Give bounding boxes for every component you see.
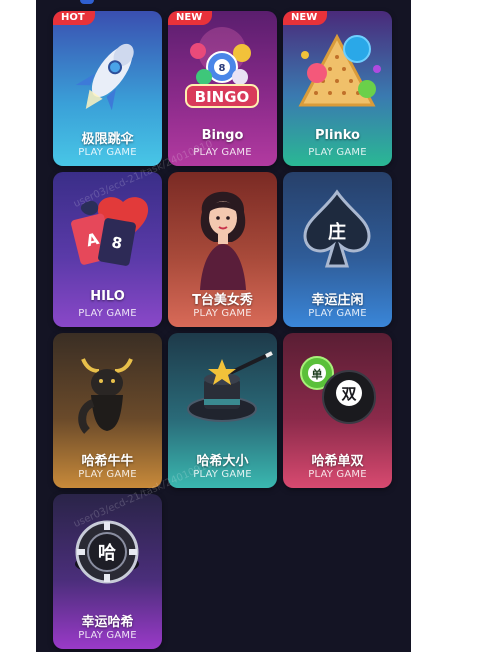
game-card-hash-big-small[interactable]: 哈希大小 PLAY GAME: [168, 333, 277, 488]
game-card-baccarat[interactable]: 庄 幸运庄闲 PLAY GAME: [283, 172, 392, 327]
game-title: 极限跳伞: [81, 132, 134, 147]
game-card-skydive[interactable]: HOT 极限跳伞 PLAY GAME: [53, 11, 162, 166]
rocket-icon: [53, 11, 162, 129]
game-card-hash-odd-even[interactable]: 单 双 哈希单双 PLAY GAME: [283, 333, 392, 488]
play-game-label: PLAY GAME: [78, 147, 137, 158]
playing-cards-icon: A 8: [53, 172, 162, 290]
magic-hat-icon: [168, 333, 277, 451]
game-title: Bingo: [201, 128, 244, 143]
game-card-lucky-hash[interactable]: 哈 幸运哈希 PLAY GAME: [53, 494, 162, 649]
game-title: 幸运哈希: [81, 615, 134, 630]
new-badge: NEW: [283, 11, 328, 25]
plinko-board-icon: [283, 11, 392, 129]
svg-text:8: 8: [219, 63, 226, 74]
play-game-label: PLAY GAME: [193, 147, 252, 158]
play-game-label: PLAY GAME: [308, 308, 367, 319]
new-badge: NEW: [168, 11, 213, 25]
play-game-label: PLAY GAME: [308, 469, 367, 480]
game-title: Plinko: [315, 128, 360, 143]
game-card-hilo[interactable]: A 8 HILO PLAY GAME: [53, 172, 162, 327]
game-card-plinko[interactable]: NEW Plinko PLAY GAME: [283, 11, 392, 166]
play-game-label: PLAY GAME: [308, 147, 367, 158]
game-card-runway-show[interactable]: T台美女秀 PLAY GAME: [168, 172, 277, 327]
play-game-label: PLAY GAME: [78, 308, 137, 319]
hot-badge: HOT: [53, 11, 95, 25]
bingo-balls-icon: 8 BINGO: [168, 11, 277, 129]
poker-chip-icon: 哈: [53, 494, 162, 612]
game-title: 哈希单双: [311, 454, 364, 469]
odd-ball-label: 单: [312, 367, 323, 381]
game-card-hash-bull[interactable]: 哈希牛牛 PLAY GAME: [53, 333, 162, 488]
play-game-label: PLAY GAME: [78, 630, 137, 641]
game-title: 哈希大小: [196, 454, 249, 469]
odd-even-balls-icon: 单 双: [283, 333, 392, 451]
game-title: T台美女秀: [192, 293, 253, 308]
bingo-word: BINGO: [195, 88, 250, 106]
even-ball-label: 双: [341, 385, 356, 403]
scroll-indicator: [80, 0, 94, 4]
model-woman-icon: [168, 172, 277, 290]
play-game-label: PLAY GAME: [193, 469, 252, 480]
play-game-label: PLAY GAME: [78, 469, 137, 480]
game-card-bingo[interactable]: 8 BINGO NEW Bingo PLAY GAME: [168, 11, 277, 166]
game-title: 哈希牛牛: [81, 454, 134, 469]
game-lobby-panel: HOT 极限跳伞 PLAY GAME 8 BINGO NEW Bingo PLA…: [36, 0, 411, 652]
play-game-label: PLAY GAME: [193, 308, 252, 319]
chip-label: 哈: [98, 542, 116, 564]
spade-icon: 庄: [283, 172, 392, 290]
game-title: 幸运庄闲: [311, 293, 364, 308]
bull-icon: [53, 333, 162, 451]
game-title: HILO: [90, 289, 125, 304]
spade-label: 庄: [328, 221, 346, 243]
